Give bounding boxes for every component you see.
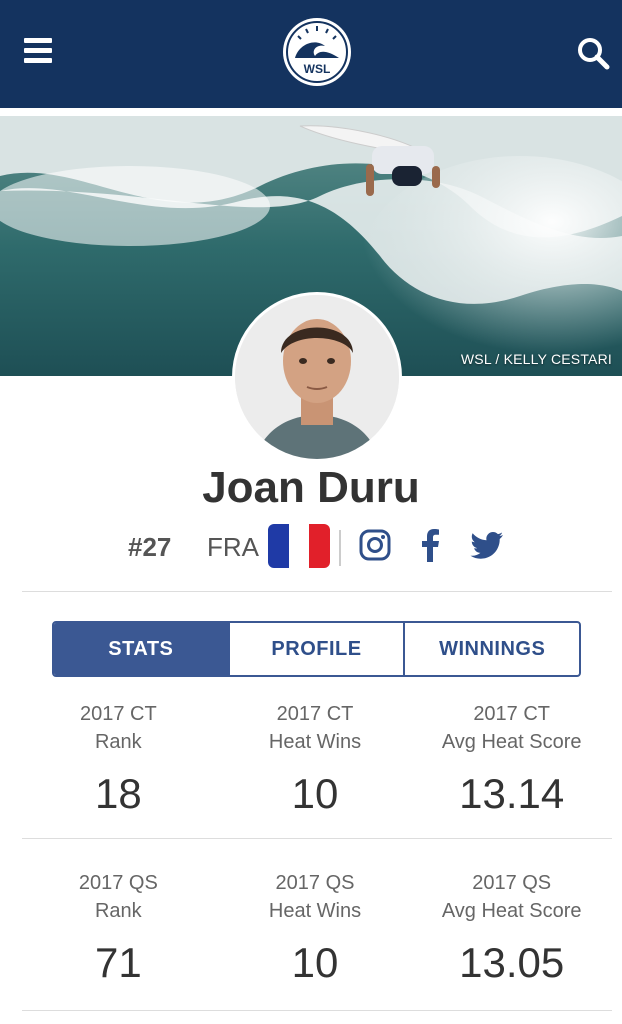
stat-label-year: 2017 QS	[472, 872, 552, 894]
stat-qs-heat-wins: 2017 QS Heat Wins 10	[217, 869, 414, 1009]
stats-row-qs: 2017 QS Rank 71 2017 QS Heat Wins 10 201…	[20, 869, 610, 1009]
photo-credit: WSL / KELLY CESTARI	[460, 351, 612, 367]
meta-divider	[339, 530, 341, 566]
stat-label-metric: Avg Heat Score	[441, 731, 582, 753]
stat-value: 13.14	[459, 770, 565, 817]
france-flag-icon	[268, 524, 330, 568]
wsl-logo[interactable]: WSL	[281, 16, 353, 88]
section-divider	[22, 591, 612, 592]
athlete-avatar	[232, 292, 402, 462]
twitter-icon[interactable]	[470, 528, 504, 562]
stat-qs-avg-heat-score: 2017 QS Avg Heat Score 13.05	[413, 869, 610, 1009]
stat-label-year: 2017 CT	[473, 703, 551, 725]
tab-stats[interactable]: STATS	[54, 623, 228, 675]
stat-label-metric: Heat Wins	[268, 900, 362, 922]
stat-label-year: 2017 CT	[79, 703, 157, 725]
stat-label-metric: Rank	[94, 900, 142, 922]
stat-value: 10	[291, 770, 339, 817]
athlete-country: FRA	[207, 532, 259, 562]
athlete-rank: #27	[128, 532, 172, 562]
stat-qs-rank: 2017 QS Rank 71	[20, 869, 217, 1009]
stat-ct-avg-heat-score: 2017 CT Avg Heat Score 13.14	[413, 700, 610, 840]
stats-divider-bottom	[22, 1010, 612, 1011]
stat-ct-rank: 2017 CT Rank 18	[20, 700, 217, 840]
stats-divider	[22, 838, 612, 839]
tab-winnings[interactable]: WINNINGS	[403, 623, 579, 675]
stat-value: 71	[94, 939, 142, 986]
instagram-icon[interactable]	[358, 528, 392, 562]
hamburger-menu-icon[interactable]	[24, 38, 54, 64]
stat-ct-heat-wins: 2017 CT Heat Wins 10	[217, 700, 414, 840]
stat-value: 10	[291, 939, 339, 986]
stat-label-metric: Heat Wins	[268, 731, 362, 753]
top-navigation-bar: WSL	[0, 0, 622, 108]
tab-profile[interactable]: PROFILE	[227, 623, 404, 675]
facebook-icon[interactable]	[414, 528, 448, 562]
stats-row-ct: 2017 CT Rank 18 2017 CT Heat Wins 10 201…	[20, 700, 610, 840]
stat-label-year: 2017 QS	[78, 872, 158, 894]
athlete-meta-row: #27 FRA	[0, 522, 622, 570]
logo-text: WSL	[304, 62, 331, 76]
stat-label-metric: Rank	[94, 731, 142, 753]
stat-value: 18	[94, 770, 142, 817]
profile-tabs: STATS PROFILE WINNINGS	[52, 621, 581, 677]
athlete-name: Joan Duru	[202, 463, 420, 512]
stat-label-metric: Avg Heat Score	[441, 900, 582, 922]
stat-label-year: 2017 QS	[275, 872, 355, 894]
stat-label-year: 2017 CT	[276, 703, 354, 725]
stat-value: 13.05	[459, 939, 565, 986]
search-icon[interactable]	[576, 36, 610, 70]
